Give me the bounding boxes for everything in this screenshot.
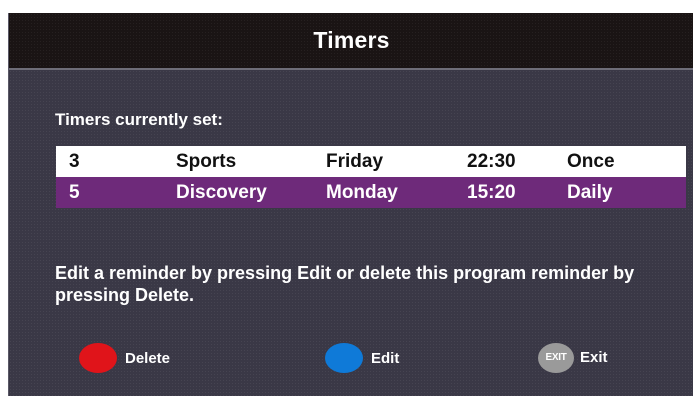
timer-time: 15:20	[467, 182, 516, 203]
timers-screen: Timers Timers currently set: 3 Sports Fr…	[8, 13, 693, 396]
timer-row[interactable]: 3 Sports Friday 22:30 Once	[56, 146, 686, 177]
timer-number: 3	[69, 151, 80, 172]
red-circle-icon	[79, 343, 117, 373]
timer-repeat: Daily	[567, 182, 613, 203]
timer-repeat: Once	[567, 151, 615, 172]
timer-number: 5	[69, 182, 80, 203]
timer-channel: Discovery	[176, 182, 267, 203]
timer-row-selected[interactable]: 5 Discovery Monday 15:20 Daily	[56, 177, 686, 208]
title-bar: Timers	[9, 13, 693, 70]
timers-subheading: Timers currently set:	[55, 110, 223, 129]
exit-label: Exit	[580, 349, 608, 366]
timer-channel: Sports	[176, 151, 237, 172]
edit-label: Edit	[371, 350, 400, 367]
instructions-text: Edit a reminder by pressing Edit or dele…	[55, 263, 635, 305]
timer-day: Monday	[326, 182, 398, 203]
timer-list: 3 Sports Friday 22:30 Once 5 Discovery M…	[56, 146, 686, 208]
delete-label: Delete	[125, 350, 171, 367]
blue-circle-icon	[325, 343, 363, 373]
timer-time: 22:30	[467, 151, 516, 172]
timer-day: Friday	[326, 151, 384, 172]
exit-key-icon: EXIT	[538, 343, 574, 373]
exit-key-label: EXIT	[545, 352, 567, 363]
page-title: Timers	[313, 27, 390, 53]
